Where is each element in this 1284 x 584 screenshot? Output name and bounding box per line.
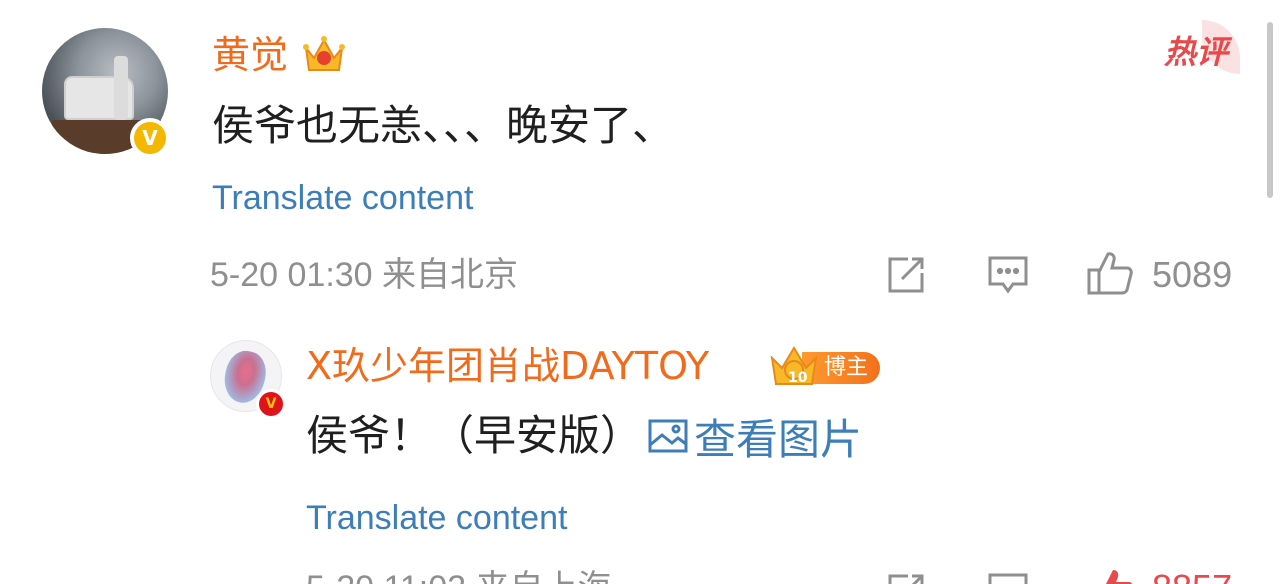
share-icon[interactable] <box>886 572 926 584</box>
badge-level: 10 <box>788 370 808 386</box>
like-count: 5089 <box>1152 254 1233 295</box>
reply-location: 来自上海 <box>476 569 612 584</box>
hot-comment-tag: 热评 <box>1164 20 1244 80</box>
translate-content-link[interactable]: Translate content <box>306 496 567 540</box>
comment-location: 来自北京 <box>382 256 519 294</box>
reply-text: 侯爷！（早安版） <box>306 411 643 460</box>
verified-v-icon: V <box>256 389 286 419</box>
comment-icon[interactable] <box>987 255 1029 295</box>
view-image-label: 查看图片 <box>694 414 863 464</box>
thumbs-up-icon[interactable] <box>1086 250 1134 296</box>
comment-username[interactable]: 黄觉 <box>212 32 288 78</box>
hot-tag-label: 热评 <box>1164 33 1229 71</box>
like-count: 8857 <box>1152 566 1232 584</box>
comment-timestamp: 5-20 01:30 <box>210 256 373 294</box>
reply-username[interactable]: X玖少年团肖战DAYTOY <box>306 343 709 389</box>
comment-text: 侯爷也无恙、、、晚安了、 <box>212 101 675 150</box>
comment-icon[interactable] <box>987 572 1029 584</box>
translate-content-link[interactable]: Translate content <box>212 176 473 220</box>
share-icon[interactable] <box>886 255 926 295</box>
comment-meta: 5-20 01:30 来自北京 <box>210 253 518 297</box>
crown-icon: 10 <box>770 346 818 386</box>
blogger-badge[interactable]: 博主 10 <box>768 344 880 388</box>
scrollbar[interactable] <box>1267 22 1273 198</box>
image-icon <box>648 419 688 453</box>
view-image-link[interactable]: 查看图片 <box>648 408 862 464</box>
verified-v-icon: V <box>130 118 170 158</box>
crown-icon[interactable] <box>300 30 348 78</box>
avatar-sewing-machine-arm <box>114 56 128 120</box>
thumbs-up-icon[interactable] <box>1094 566 1134 584</box>
reply-meta: 5-20 11:02 来自上海 <box>306 566 612 584</box>
reply-timestamp: 5-20 11:02 <box>306 569 466 584</box>
